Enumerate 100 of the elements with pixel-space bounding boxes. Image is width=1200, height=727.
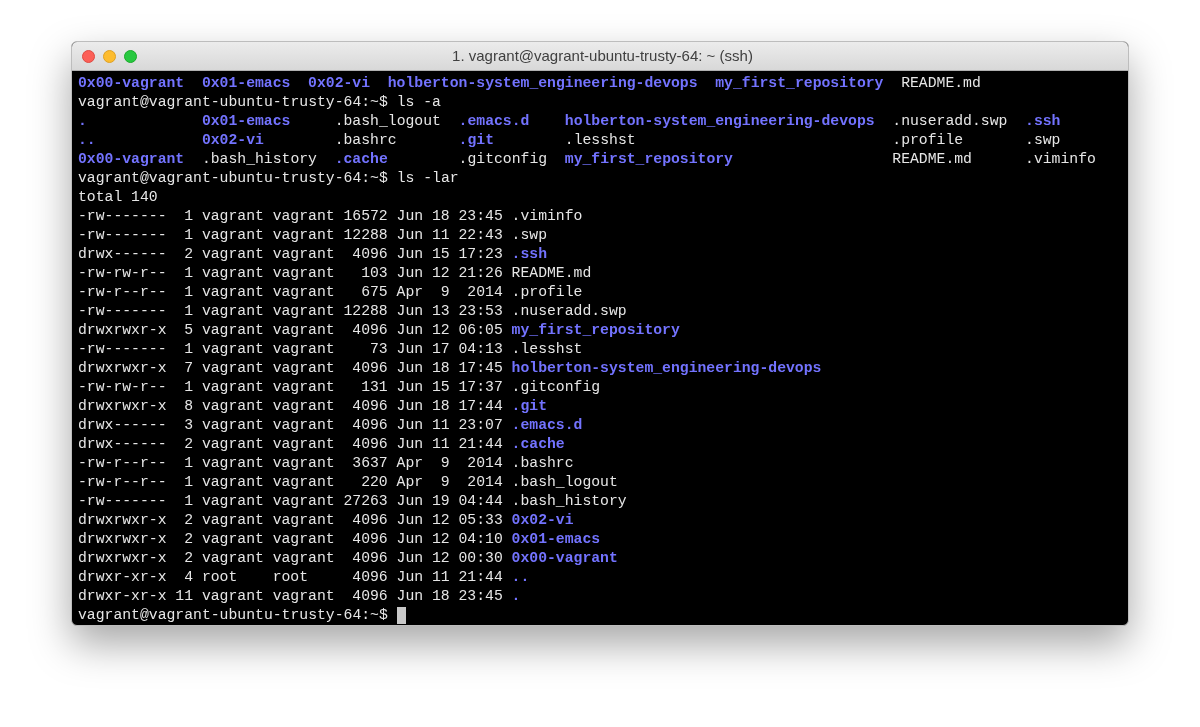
modified-date: Apr 9 2014 <box>396 284 503 300</box>
permissions-text: -rw-rw-r-- <box>78 379 167 395</box>
directory-name: 0x00-vagrant <box>78 75 185 91</box>
file-name: .viminfo <box>1025 151 1096 167</box>
file-size: 4096 <box>352 588 388 604</box>
owner-name: vagrant <box>201 341 264 357</box>
file-size: 220 <box>361 474 388 490</box>
file-size: 131 <box>361 379 388 395</box>
link-count: 2 <box>184 531 194 547</box>
directory-name: holberton-system_engineering-devops <box>564 113 875 129</box>
owner-name: vagrant <box>201 493 264 509</box>
directory-name: holberton-system_engineering-devops <box>387 75 698 91</box>
owner-name: vagrant <box>201 303 264 319</box>
link-count: 1 <box>184 227 194 243</box>
permissions-text: -rw-r--r-- <box>78 455 167 471</box>
file-name: .lesshst <box>564 132 636 148</box>
minimize-button[interactable] <box>103 49 116 63</box>
group-name: vagrant <box>272 436 335 452</box>
group-name: vagrant <box>272 474 335 490</box>
owner-name: root <box>201 569 238 585</box>
modified-date: Jun 17 04:13 <box>396 341 503 357</box>
file-size: 16572 <box>343 208 388 224</box>
file-name: README.md <box>892 151 972 167</box>
link-count: 1 <box>184 493 194 509</box>
permissions-text: -rw-rw-r-- <box>78 265 167 281</box>
modified-date: Jun 15 17:37 <box>396 379 503 395</box>
prompt-text: vagrant@vagrant-ubuntu-trusty-64:~$ <box>78 606 388 625</box>
group-name: vagrant <box>272 360 335 376</box>
modified-date: Jun 15 17:23 <box>396 246 503 262</box>
modified-date: Jun 19 04:44 <box>396 493 503 509</box>
permissions-text: drwx------ <box>78 417 167 433</box>
directory-name: 0x00-vagrant <box>511 549 618 568</box>
modified-date: Jun 18 23:45 <box>396 588 503 604</box>
file-name: .bash_history <box>201 151 317 167</box>
permissions-text: drwxr-xr-x <box>78 588 167 604</box>
permissions-text: drwxrwxr-x <box>78 512 167 528</box>
link-count: 2 <box>184 550 194 566</box>
link-count: 1 <box>184 265 194 281</box>
directory-name: .ssh <box>1025 113 1061 129</box>
file-size: 12288 <box>343 227 388 243</box>
owner-name: vagrant <box>201 379 264 395</box>
link-count: 2 <box>184 246 194 262</box>
modified-date: Apr 9 2014 <box>396 455 503 471</box>
output-text: total 140 <box>78 188 158 207</box>
file-name: .nuseradd.swp <box>892 113 1008 129</box>
link-count: 1 <box>184 284 194 300</box>
modified-date: Jun 13 23:53 <box>396 303 503 319</box>
link-count: 1 <box>184 474 194 490</box>
permissions-text: drwxrwxr-x <box>78 550 167 566</box>
directory-name: my_first_repository <box>564 151 733 167</box>
file-name: .viminfo <box>511 207 583 226</box>
maximize-button[interactable] <box>124 49 137 63</box>
file-size: 4096 <box>352 550 388 566</box>
modified-date: Jun 18 17:45 <box>396 360 503 376</box>
file-name: .gitconfig <box>458 151 548 167</box>
file-size: 103 <box>361 265 388 281</box>
permissions-text: drwxrwxr-x <box>78 322 167 338</box>
file-size: 3637 <box>352 455 388 471</box>
owner-name: vagrant <box>201 246 264 262</box>
file-name: .gitconfig <box>511 378 601 397</box>
file-name: .profile <box>511 283 583 302</box>
modified-date: Jun 18 23:45 <box>396 208 503 224</box>
owner-name: vagrant <box>201 436 264 452</box>
group-name: vagrant <box>272 550 335 566</box>
permissions-text: -rw------- <box>78 208 167 224</box>
permissions-text: -rw------- <box>78 341 167 357</box>
group-name: vagrant <box>272 303 335 319</box>
permissions-text: drwxr-xr-x <box>78 569 167 585</box>
owner-name: vagrant <box>201 588 264 604</box>
link-count: 2 <box>184 512 194 528</box>
directory-name: .. <box>78 132 96 148</box>
link-count: 2 <box>184 436 194 452</box>
modified-date: Jun 12 04:10 <box>396 531 503 547</box>
modified-date: Jun 12 06:05 <box>396 322 503 338</box>
directory-name: 0x01-emacs <box>201 75 291 91</box>
directory-name: 0x02-vi <box>308 75 371 91</box>
link-count: 11 <box>175 588 194 604</box>
directory-name: 0x01-emacs <box>511 530 601 549</box>
directory-name: .git <box>511 397 547 416</box>
owner-name: vagrant <box>201 417 264 433</box>
directory-name: .. <box>511 568 530 587</box>
close-button[interactable] <box>82 49 95 63</box>
file-name: .bash_logout <box>334 113 441 129</box>
file-name: .swp <box>511 226 547 245</box>
modified-date: Jun 12 05:33 <box>396 512 503 528</box>
group-name: vagrant <box>272 588 335 604</box>
link-count: 5 <box>184 322 194 338</box>
permissions-text: drwxrwxr-x <box>78 531 167 547</box>
permissions-text: drwxrwxr-x <box>78 360 167 376</box>
owner-name: vagrant <box>201 265 264 281</box>
file-name: .bash_logout <box>511 473 618 492</box>
group-name: vagrant <box>272 246 335 262</box>
permissions-text: -rw------- <box>78 303 167 319</box>
file-name: .nuseradd.swp <box>511 302 627 321</box>
directory-name: my_first_repository <box>511 321 680 340</box>
file-size: 4096 <box>352 322 388 338</box>
file-size: 12288 <box>343 303 388 319</box>
directory-name: 0x02-vi <box>511 511 574 530</box>
group-name: vagrant <box>272 493 335 509</box>
permissions-text: -rw-r--r-- <box>78 284 167 300</box>
